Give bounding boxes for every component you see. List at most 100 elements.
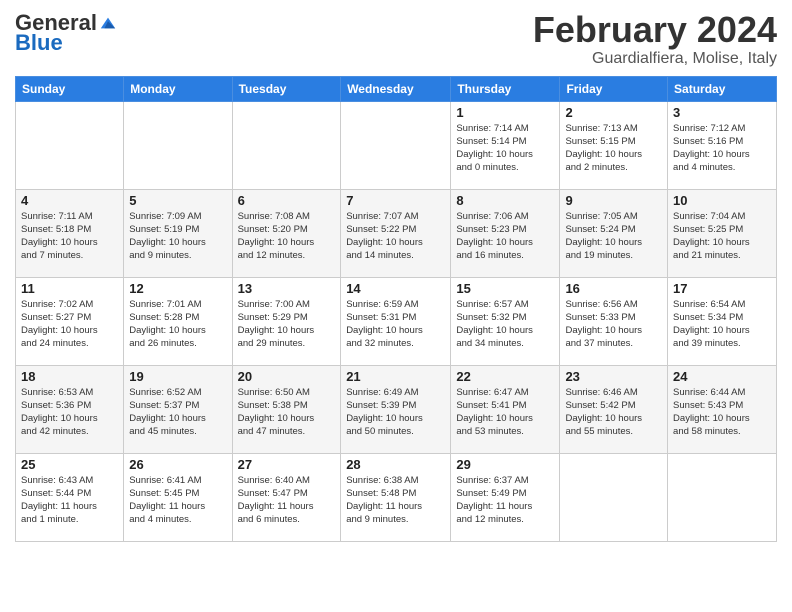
day-info: Sunrise: 7:12 AMSunset: 5:16 PMDaylight:… <box>673 122 771 175</box>
header-tuesday: Tuesday <box>232 76 341 101</box>
day-info: Sunrise: 6:41 AMSunset: 5:45 PMDaylight:… <box>129 474 226 527</box>
day-number: 25 <box>21 457 118 472</box>
page: General Blue February 2024 Guardialfiera… <box>0 0 792 552</box>
day-info: Sunrise: 7:04 AMSunset: 5:25 PMDaylight:… <box>673 210 771 263</box>
day-number: 18 <box>21 369 118 384</box>
day-number: 2 <box>565 105 662 120</box>
day-info: Sunrise: 6:49 AMSunset: 5:39 PMDaylight:… <box>346 386 445 439</box>
table-row: 10 Sunrise: 7:04 AMSunset: 5:25 PMDayligh… <box>668 189 777 277</box>
calendar-header-row: Sunday Monday Tuesday Wednesday Thursday… <box>16 76 777 101</box>
day-info: Sunrise: 6:56 AMSunset: 5:33 PMDaylight:… <box>565 298 662 351</box>
table-row: 12 Sunrise: 7:01 AMSunset: 5:28 PMDayligh… <box>124 277 232 365</box>
calendar-week-row: 11 Sunrise: 7:02 AMSunset: 5:27 PMDayligh… <box>16 277 777 365</box>
header-monday: Monday <box>124 76 232 101</box>
month-title: February 2024 <box>533 10 777 50</box>
table-row <box>668 453 777 541</box>
calendar-week-row: 25 Sunrise: 6:43 AMSunset: 5:44 PMDayligh… <box>16 453 777 541</box>
day-info: Sunrise: 7:14 AMSunset: 5:14 PMDaylight:… <box>456 122 554 175</box>
day-number: 22 <box>456 369 554 384</box>
day-number: 26 <box>129 457 226 472</box>
day-number: 12 <box>129 281 226 296</box>
day-info: Sunrise: 7:07 AMSunset: 5:22 PMDaylight:… <box>346 210 445 263</box>
logo: General Blue <box>15 10 117 56</box>
table-row: 19 Sunrise: 6:52 AMSunset: 5:37 PMDayligh… <box>124 365 232 453</box>
table-row: 27Sunrise: 6:40 AMSunset: 5:47 PMDayligh… <box>232 453 341 541</box>
day-number: 24 <box>673 369 771 384</box>
table-row: 4Sunrise: 7:11 AMSunset: 5:18 PMDaylight… <box>16 189 124 277</box>
table-row: 13 Sunrise: 7:00 AMSunset: 5:29 PMDayligh… <box>232 277 341 365</box>
header-thursday: Thursday <box>451 76 560 101</box>
day-info: Sunrise: 6:53 AMSunset: 5:36 PMDaylight:… <box>21 386 118 439</box>
day-info: Sunrise: 7:02 AMSunset: 5:27 PMDaylight:… <box>21 298 118 351</box>
day-number: 14 <box>346 281 445 296</box>
day-info: Sunrise: 6:54 AMSunset: 5:34 PMDaylight:… <box>673 298 771 351</box>
title-area: February 2024 Guardialfiera, Molise, Ita… <box>533 10 777 68</box>
header-friday: Friday <box>560 76 668 101</box>
day-info: Sunrise: 6:38 AMSunset: 5:48 PMDaylight:… <box>346 474 445 527</box>
day-info: Sunrise: 6:46 AMSunset: 5:42 PMDaylight:… <box>565 386 662 439</box>
day-number: 6 <box>238 193 336 208</box>
table-row: 25 Sunrise: 6:43 AMSunset: 5:44 PMDayligh… <box>16 453 124 541</box>
header-wednesday: Wednesday <box>341 76 451 101</box>
day-info: Sunrise: 7:06 AMSunset: 5:23 PMDaylight:… <box>456 210 554 263</box>
table-row: 14 Sunrise: 6:59 AMSunset: 5:31 PMDayligh… <box>341 277 451 365</box>
table-row: 28 Sunrise: 6:38 AMSunset: 5:48 PMDayligh… <box>341 453 451 541</box>
day-number: 13 <box>238 281 336 296</box>
table-row: 2Sunrise: 7:13 AMSunset: 5:15 PMDaylight… <box>560 101 668 189</box>
table-row: 26 Sunrise: 6:41 AMSunset: 5:45 PMDayligh… <box>124 453 232 541</box>
day-number: 21 <box>346 369 445 384</box>
table-row: 15 Sunrise: 6:57 AMSunset: 5:32 PMDayligh… <box>451 277 560 365</box>
table-row: 3Sunrise: 7:12 AMSunset: 5:16 PMDaylight… <box>668 101 777 189</box>
calendar-week-row: 4Sunrise: 7:11 AMSunset: 5:18 PMDaylight… <box>16 189 777 277</box>
table-row: 8 Sunrise: 7:06 AMSunset: 5:23 PMDaylight… <box>451 189 560 277</box>
subtitle: Guardialfiera, Molise, Italy <box>533 50 777 68</box>
day-info: Sunrise: 7:01 AMSunset: 5:28 PMDaylight:… <box>129 298 226 351</box>
day-number: 9 <box>565 193 662 208</box>
day-info: Sunrise: 6:57 AMSunset: 5:32 PMDaylight:… <box>456 298 554 351</box>
table-row: 24 Sunrise: 6:44 AMSunset: 5:43 PMDayligh… <box>668 365 777 453</box>
day-number: 8 <box>456 193 554 208</box>
day-number: 20 <box>238 369 336 384</box>
day-info: Sunrise: 7:00 AMSunset: 5:29 PMDaylight:… <box>238 298 336 351</box>
day-info: Sunrise: 7:05 AMSunset: 5:24 PMDaylight:… <box>565 210 662 263</box>
header-saturday: Saturday <box>668 76 777 101</box>
day-info: Sunrise: 6:50 AMSunset: 5:38 PMDaylight:… <box>238 386 336 439</box>
day-number: 7 <box>346 193 445 208</box>
logo-blue: Blue <box>15 30 63 56</box>
table-row: 1 Sunrise: 7:14 AMSunset: 5:14 PMDaylight… <box>451 101 560 189</box>
table-row: 18 Sunrise: 6:53 AMSunset: 5:36 PMDayligh… <box>16 365 124 453</box>
day-number: 19 <box>129 369 226 384</box>
day-number: 23 <box>565 369 662 384</box>
table-row: 7 Sunrise: 7:07 AMSunset: 5:22 PMDaylight… <box>341 189 451 277</box>
day-info: Sunrise: 6:59 AMSunset: 5:31 PMDaylight:… <box>346 298 445 351</box>
day-number: 15 <box>456 281 554 296</box>
day-number: 4 <box>21 193 118 208</box>
day-info: Sunrise: 6:47 AMSunset: 5:41 PMDaylight:… <box>456 386 554 439</box>
table-row <box>341 101 451 189</box>
calendar-week-row: 18 Sunrise: 6:53 AMSunset: 5:36 PMDayligh… <box>16 365 777 453</box>
table-row <box>124 101 232 189</box>
day-info: Sunrise: 6:44 AMSunset: 5:43 PMDaylight:… <box>673 386 771 439</box>
calendar-week-row: 1 Sunrise: 7:14 AMSunset: 5:14 PMDaylight… <box>16 101 777 189</box>
day-number: 1 <box>456 105 554 120</box>
logo-icon <box>99 14 117 32</box>
day-info: Sunrise: 6:37 AMSunset: 5:49 PMDaylight:… <box>456 474 554 527</box>
table-row <box>560 453 668 541</box>
table-row <box>16 101 124 189</box>
table-row: 11 Sunrise: 7:02 AMSunset: 5:27 PMDayligh… <box>16 277 124 365</box>
table-row: 29Sunrise: 6:37 AMSunset: 5:49 PMDayligh… <box>451 453 560 541</box>
table-row: 23 Sunrise: 6:46 AMSunset: 5:42 PMDayligh… <box>560 365 668 453</box>
day-info: Sunrise: 7:08 AMSunset: 5:20 PMDaylight:… <box>238 210 336 263</box>
day-number: 11 <box>21 281 118 296</box>
day-info: Sunrise: 6:43 AMSunset: 5:44 PMDaylight:… <box>21 474 118 527</box>
table-row: 22 Sunrise: 6:47 AMSunset: 5:41 PMDayligh… <box>451 365 560 453</box>
day-number: 28 <box>346 457 445 472</box>
day-number: 10 <box>673 193 771 208</box>
day-number: 5 <box>129 193 226 208</box>
day-info: Sunrise: 6:52 AMSunset: 5:37 PMDaylight:… <box>129 386 226 439</box>
header-area: General Blue February 2024 Guardialfiera… <box>15 10 777 68</box>
day-info: Sunrise: 7:09 AMSunset: 5:19 PMDaylight:… <box>129 210 226 263</box>
day-number: 27 <box>238 457 336 472</box>
table-row: 17Sunrise: 6:54 AMSunset: 5:34 PMDayligh… <box>668 277 777 365</box>
table-row: 20 Sunrise: 6:50 AMSunset: 5:38 PMDayligh… <box>232 365 341 453</box>
